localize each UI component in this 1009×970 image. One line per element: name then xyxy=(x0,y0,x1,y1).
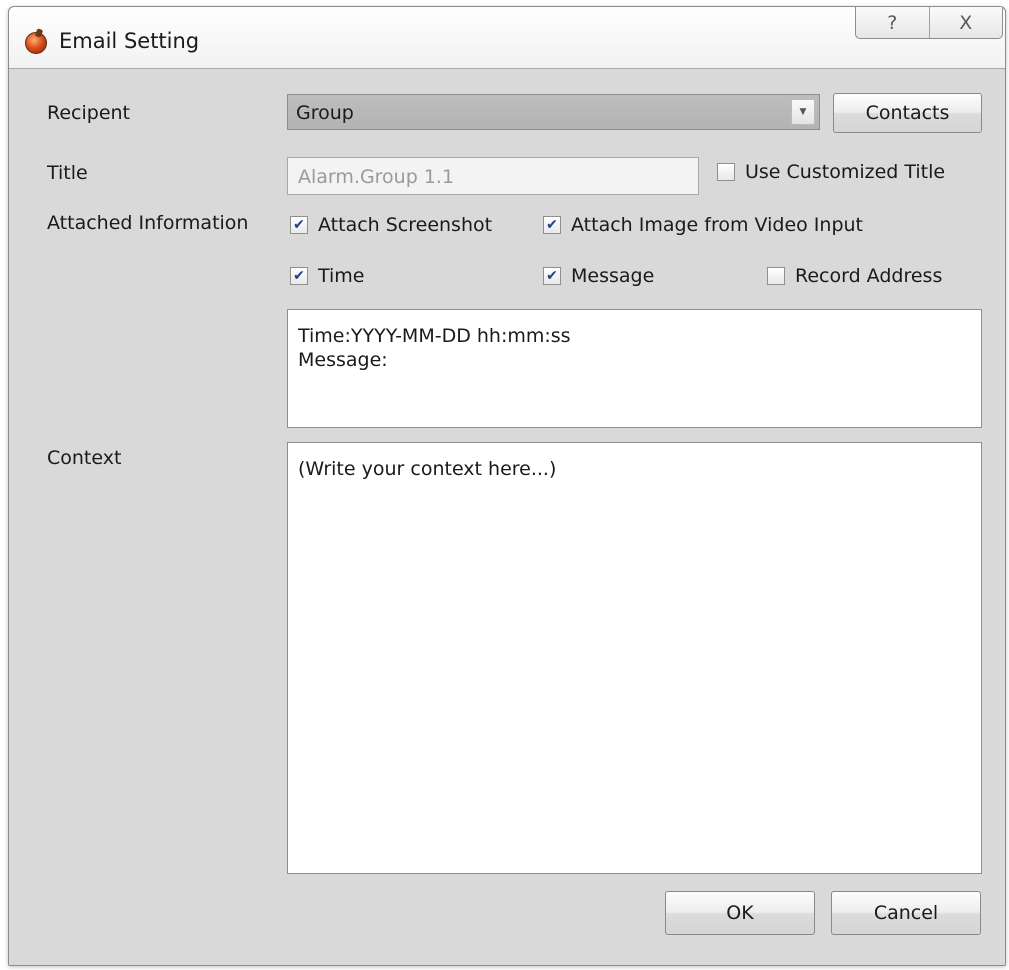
recipient-select[interactable]: Group ▼ xyxy=(287,94,820,130)
contacts-button[interactable]: Contacts xyxy=(833,93,982,133)
checkmark-icon: ✔ xyxy=(290,267,308,285)
close-icon: X xyxy=(959,11,973,34)
chevron-down-icon[interactable]: ▼ xyxy=(791,99,815,125)
time-label: Time xyxy=(318,265,365,287)
dialog-body: Recipent Group ▼ Contacts Title Alarm.Gr… xyxy=(9,69,1005,965)
message-checkbox[interactable]: ✔ Message xyxy=(543,265,654,287)
attach-screenshot-label: Attach Screenshot xyxy=(318,214,493,236)
time-checkbox[interactable]: ✔ Time xyxy=(290,265,365,287)
checkmark-icon: ✔ xyxy=(543,267,561,285)
help-icon: ? xyxy=(887,11,898,34)
ok-button-label: OK xyxy=(726,902,754,924)
recipient-value: Group xyxy=(296,102,354,124)
attach-screenshot-checkbox[interactable]: ✔ Attach Screenshot xyxy=(290,214,492,236)
checkmark-icon: ✔ xyxy=(290,216,308,234)
context-textarea[interactable]: (Write your context here...) xyxy=(287,442,982,874)
checkmark-icon: ✔ xyxy=(543,216,561,234)
close-button[interactable]: X xyxy=(928,7,1003,38)
checkbox-empty xyxy=(717,163,735,181)
title-input[interactable]: Alarm.Group 1.1 xyxy=(287,157,699,195)
checkbox-empty xyxy=(767,267,785,285)
message-label: Message xyxy=(571,265,655,287)
title-bar: Email Setting ? X xyxy=(9,7,1005,69)
window-title: Email Setting xyxy=(59,29,200,53)
contacts-button-label: Contacts xyxy=(865,102,950,124)
recipient-label: Recipent xyxy=(47,102,131,124)
attach-video-image-label: Attach Image from Video Input xyxy=(571,214,864,236)
record-address-label: Record Address xyxy=(795,265,943,287)
record-address-checkbox[interactable]: Record Address xyxy=(767,265,942,287)
ok-button[interactable]: OK xyxy=(665,891,815,935)
title-label: Title xyxy=(47,162,88,184)
info-preview-area[interactable]: Time:YYYY-MM-DD hh:mm:ss Message: xyxy=(287,309,982,428)
use-customized-title-checkbox[interactable]: Use Customized Title xyxy=(717,161,945,183)
use-customized-title-label: Use Customized Title xyxy=(745,161,946,183)
title-input-value: Alarm.Group 1.1 xyxy=(298,166,455,188)
cancel-button-label: Cancel xyxy=(873,902,939,924)
email-setting-dialog: Email Setting ? X Recipent Group ▼ Conta… xyxy=(8,6,1006,966)
caption-buttons: ? X xyxy=(855,7,1003,39)
bomb-icon xyxy=(25,32,47,54)
attach-video-image-checkbox[interactable]: ✔ Attach Image from Video Input xyxy=(543,214,863,236)
context-label: Context xyxy=(47,447,122,469)
help-button[interactable]: ? xyxy=(856,7,929,38)
attached-information-label: Attached Information xyxy=(47,212,249,234)
cancel-button[interactable]: Cancel xyxy=(831,891,981,935)
